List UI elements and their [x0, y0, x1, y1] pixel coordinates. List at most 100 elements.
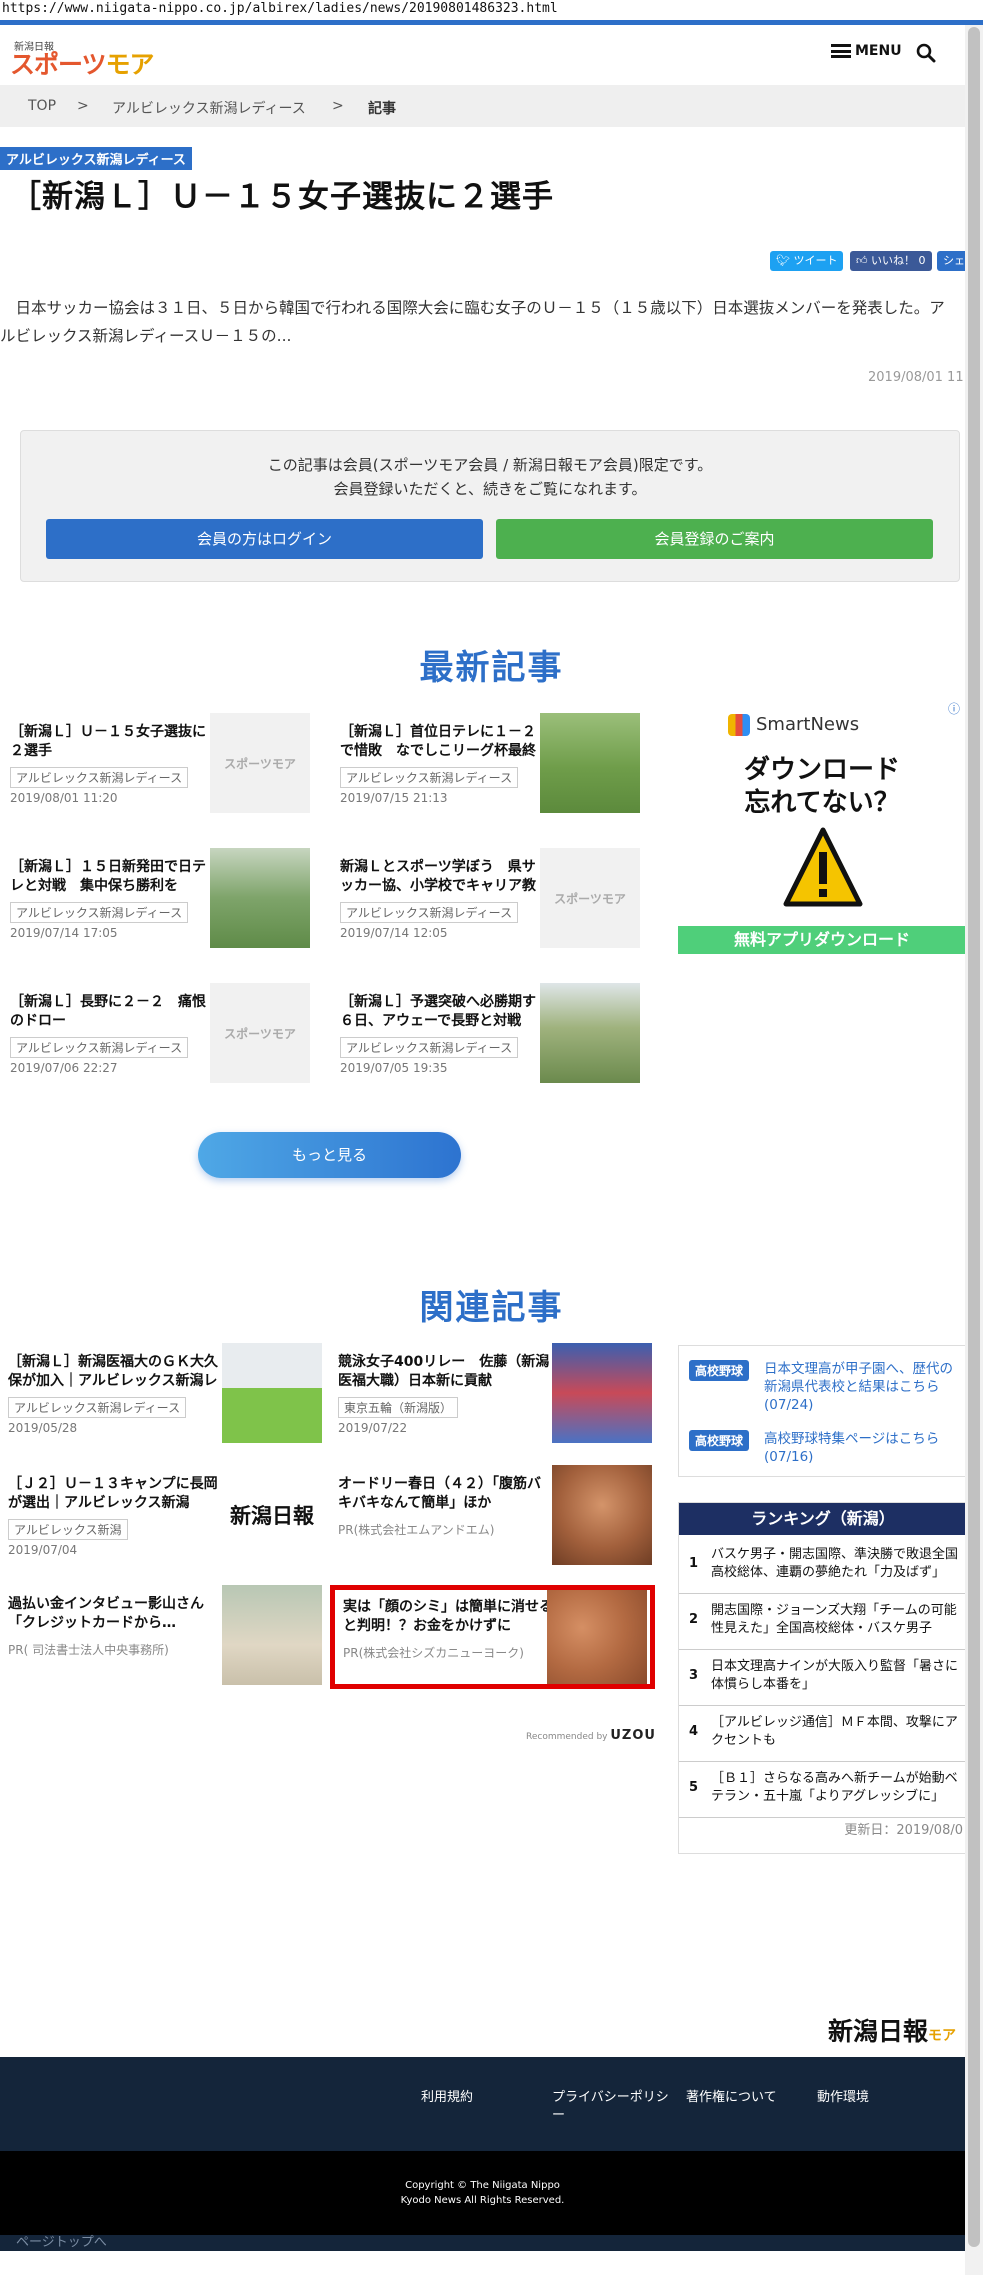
ranking-updated: 更新日：2019/08/0 — [844, 1823, 963, 1838]
related-article-card[interactable]: 競泳女子400リレー 佐藤（新潟医福大職）日本新に貢献 東京五輪（新潟版） 20… — [330, 1343, 655, 1447]
card-thumbnail[interactable]: 新潟日報 — [222, 1465, 322, 1565]
site-logo[interactable]: スポーツモア — [10, 45, 155, 81]
rank-title[interactable]: 開志国際・ジョーンズ大翔「チームの可能性見えた」全国高校総体・バスケ男子 — [711, 1602, 961, 1638]
tweet-label: ツイート — [793, 254, 838, 267]
card-thumbnail[interactable] — [210, 848, 310, 948]
smartnews-logo-icon — [728, 714, 750, 736]
nippo-logo-thumb: 新潟日報 — [230, 1503, 314, 1528]
smartnews-ad[interactable]: SmartNews ⓘ ダウンロード 忘れてない？ 無料アプリダウンロード — [678, 700, 966, 958]
card-date: 2019/07/14 17:05 — [10, 926, 118, 940]
latest-article-card[interactable]: ［新潟Ｌ］首位日テレに１－２で惜敗 なでしこリーグ杯最終節 アルビレックス新潟レ… — [330, 713, 650, 817]
highschool-link[interactable]: 高校野球特集ページはこちら(07/16) — [764, 1430, 964, 1466]
member-gate-line: 会員登録いただくと、続きをご覧になれます。 — [333, 480, 647, 498]
card-thumbnail[interactable] — [222, 1585, 322, 1685]
latest-article-card[interactable]: 新潟Ｌとスポーツ学ぼう 県サッカー協、小学校でキャリア教育支援へ アルビレックス… — [330, 848, 650, 952]
card-thumbnail[interactable] — [222, 1343, 322, 1443]
footer-link-environment[interactable]: 動作環境 — [817, 2089, 947, 2107]
related-article-card[interactable]: ［新潟Ｌ］新潟医福大のＧＫ大久保が加入｜アルビレックス新潟レディース アルビレッ… — [0, 1343, 325, 1447]
page-top-link[interactable]: ページトップへ — [0, 2235, 965, 2251]
card-title[interactable]: オードリー春日（４２）「腹筋バキバキなんて簡単」ほか — [338, 1475, 553, 1513]
ranking-item[interactable]: 2 開志国際・ジョーンズ大翔「チームの可能性見えた」全国高校総体・バスケ男子 — [679, 1593, 967, 1650]
latest-article-card[interactable]: ［新潟Ｌ］長野に２－２ 痛恨のドロー アルビレックス新潟レディース 2019/0… — [0, 983, 320, 1087]
recommended-by[interactable]: Recommended by UZOU — [526, 1728, 656, 1743]
member-gate-text: この記事は会員(スポーツモア会員 / 新潟日報モア会員)限定です。 会員登録いた… — [21, 453, 959, 501]
sponsor-label: PR( 司法書士法人中央事務所) — [8, 1643, 169, 1657]
card-date: 2019/07/06 22:27 — [10, 1061, 118, 1075]
card-title[interactable]: ［新潟Ｌ］新潟医福大のＧＫ大久保が加入｜アルビレックス新潟レディース — [8, 1353, 223, 1391]
card-thumbnail[interactable] — [552, 1343, 652, 1443]
address-bar-url[interactable]: https://www.niigata-nippo.co.jp/albirex/… — [2, 1, 558, 16]
latest-article-card[interactable]: ［新潟Ｌ］Ｕ－１５女子選抜に２選手 アルビレックス新潟レディース 2019/08… — [0, 713, 320, 817]
register-button[interactable]: 会員登録のご案内 — [496, 519, 933, 559]
latest-article-card[interactable]: ［新潟Ｌ］予選突破へ必勝期す ６日、アウェーで長野と対戦 アルビレックス新潟レデ… — [330, 983, 650, 1087]
menu-button[interactable]: MENU — [831, 43, 902, 59]
card-thumbnail[interactable] — [540, 983, 640, 1083]
sponsored-article-card[interactable]: 過払い金インタビュー影山さん「クレジットカードから… PR( 司法書士法人中央事… — [0, 1585, 325, 1689]
card-thumbnail[interactable] — [552, 1465, 652, 1565]
search-icon[interactable] — [916, 43, 936, 63]
card-date: 2019/07/15 21:13 — [340, 791, 448, 805]
ranking-item[interactable]: 4 ［アルビレッジ通信］ＭＦ本間、攻撃にアクセントも — [679, 1705, 967, 1762]
card-title[interactable]: ［新潟Ｌ］首位日テレに１－２で惜敗 なでしこリーグ杯最終節 — [340, 723, 540, 761]
card-title[interactable]: 過払い金インタビュー影山さん「クレジットカードから… — [8, 1595, 223, 1633]
card-thumbnail[interactable]: スポーツモア — [210, 713, 310, 813]
rank-title[interactable]: ［アルビレッジ通信］ＭＦ本間、攻撃にアクセントも — [711, 1714, 961, 1750]
breadcrumb: TOP > アルビレックス新潟レディース > 記事 — [0, 85, 965, 127]
card-title[interactable]: ［新潟Ｌ］予選突破へ必勝期す ６日、アウェーで長野と対戦 — [340, 993, 540, 1031]
card-title[interactable]: 競泳女子400リレー 佐藤（新潟医福大職）日本新に貢献 — [338, 1353, 553, 1391]
card-tag: アルビレックス新潟レディース — [10, 902, 189, 923]
rank-title[interactable]: バスケ男子・開志国際、準決勝で敗退全国高校総体、連覇の夢絶たれ「力及ばず」 — [711, 1546, 961, 1582]
card-title[interactable]: ［新潟Ｌ］長野に２－２ 痛恨のドロー — [10, 993, 210, 1031]
ad-info-icon[interactable]: ⓘ — [948, 700, 960, 717]
footer-logo-accent: モア — [928, 2028, 957, 2044]
card-title[interactable]: ［Ｊ２］Ｕ－１３キャンプに長岡が選出｜アルビレックス新潟 — [8, 1475, 223, 1513]
more-button[interactable]: もっと見る — [198, 1132, 461, 1178]
footer-link-privacy[interactable]: プライバシーポリシー — [552, 2089, 677, 2125]
rank-number: 4 — [689, 1724, 699, 1739]
card-thumbnail[interactable] — [540, 713, 640, 813]
breadcrumb-category[interactable]: アルビレックス新潟レディース — [112, 98, 306, 118]
article-title: ［新潟Ｌ］Ｕ－１５女子選抜に２選手 — [10, 179, 554, 215]
card-title[interactable]: 実は「顔のシミ」は簡単に消せると判明！？お金をかけずに — [343, 1598, 558, 1636]
ranking-item[interactable]: 5 ［Ｂ１］さらなる高みへ新チームが始動ベテラン・五十嵐「よりアグレッシブに」 — [679, 1761, 967, 1818]
card-thumbnail[interactable]: スポーツモア — [210, 983, 310, 1083]
logo-main-text: スポーツ — [10, 50, 107, 79]
sponsored-article-card[interactable]: オードリー春日（４２）「腹筋バキバキなんて簡単」ほか PR(株式会社エムアンドエ… — [330, 1465, 655, 1569]
app-download-button[interactable]: 無料アプリダウンロード — [678, 926, 966, 954]
footer-logo[interactable]: 新潟日報モア — [828, 2012, 956, 2048]
card-tag: アルビレックス新潟 — [8, 1519, 128, 1540]
card-title[interactable]: ［新潟Ｌ］Ｕ－１５女子選抜に２選手 — [10, 723, 210, 761]
breadcrumb-separator: > — [332, 98, 344, 114]
breadcrumb-current: 記事 — [368, 101, 396, 117]
login-button[interactable]: 会員の方はログイン — [46, 519, 483, 559]
footer-link-terms[interactable]: 利用規約 — [421, 2089, 551, 2107]
breadcrumb-top[interactable]: TOP — [28, 98, 56, 114]
twitter-icon: 🐦︎ — [776, 254, 794, 267]
rank-title[interactable]: ［Ｂ１］さらなる高みへ新チームが始動ベテラン・五十嵐「よりアグレッシブに」 — [711, 1770, 961, 1806]
card-thumbnail[interactable]: スポーツモア — [540, 848, 640, 948]
uzou-logo: UZOU — [610, 1728, 656, 1743]
rank-number: 3 — [689, 1668, 699, 1683]
ranking-item[interactable]: 1 バスケ男子・開志国際、準決勝で敗退全国高校総体、連覇の夢絶たれ「力及ばず」 — [679, 1537, 967, 1594]
smartnews-brand: SmartNews — [756, 714, 860, 735]
scrollbar-thumb[interactable] — [968, 27, 980, 2247]
copyright-line: Copyright © The Niigata Nippo — [405, 2180, 560, 2191]
card-title[interactable]: ［新潟Ｌ］１５日新発田で日テレと対戦 集中保ち勝利を — [10, 858, 210, 896]
card-thumbnail[interactable] — [547, 1590, 647, 1684]
card-date: 2019/07/05 19:35 — [340, 1061, 448, 1075]
rank-title[interactable]: 日本文理高ナインが大阪入り監督「暑さに体慣らし本番を」 — [711, 1658, 961, 1694]
ranking-item[interactable]: 3 日本文理高ナインが大阪入り監督「暑さに体慣らし本番を」 — [679, 1649, 967, 1706]
related-article-card[interactable]: ［Ｊ２］Ｕ－１３キャンプに長岡が選出｜アルビレックス新潟 アルビレックス新潟 2… — [0, 1465, 325, 1569]
copyright-line: Kyodo News All Rights Reserved. — [400, 2195, 565, 2206]
facebook-like-button[interactable]: 👍︎ いいね！ 0 — [850, 251, 932, 271]
highschool-link[interactable]: 日本文理高が甲子園へ、歴代の新潟県代表校と結果はこちら(07/24) — [764, 1360, 964, 1414]
ad-headline-line: ダウンロード — [743, 755, 900, 785]
ranking-heading: ランキング（新潟） — [679, 1503, 967, 1535]
latest-article-card[interactable]: ［新潟Ｌ］１５日新発田で日テレと対戦 集中保ち勝利を アルビレックス新潟レディー… — [0, 848, 320, 952]
category-badge[interactable]: アルビレックス新潟レディース — [0, 147, 192, 170]
tweet-button[interactable]: 🐦︎ ツイート — [770, 251, 844, 271]
footer-link-copyright[interactable]: 著作権について — [686, 2089, 816, 2107]
sponsored-article-card[interactable]: 実は「顔のシミ」は簡単に消せると判明！？お金をかけずに PR(株式会社シズカニュ… — [330, 1585, 655, 1689]
card-title[interactable]: 新潟Ｌとスポーツ学ぼう 県サッカー協、小学校でキャリア教育支援へ — [340, 858, 540, 896]
latest-heading: 最新記事 — [419, 648, 564, 688]
